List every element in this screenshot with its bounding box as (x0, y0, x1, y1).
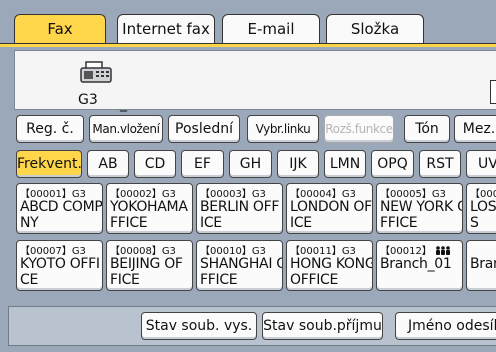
recent-button[interactable]: Poslední (168, 115, 240, 143)
index-tab-cd[interactable]: CD (134, 150, 176, 178)
destination-number: 【00007】G3 (20, 246, 86, 257)
destination-name: BERLIN OFF ICE (200, 199, 280, 231)
destination-number: 【00001】G3 (20, 189, 86, 200)
destination-name: LONDON OFF ICE (290, 199, 372, 231)
index-tab-ab[interactable]: AB (87, 150, 129, 178)
destination-number: 【00011】G3 (290, 246, 356, 257)
reg-number-button[interactable]: Reg. č. (16, 115, 84, 143)
destination-number: 【00005】G3 (380, 189, 446, 200)
destination-card[interactable]: 【00003】G3 BERLIN OFF ICE (196, 183, 283, 234)
destination-card[interactable]: 【00005】G3 NEW YORK O FFICE (376, 183, 463, 234)
destination-card[interactable]: 【00007】G3 KYOTO OFFI CE (16, 240, 103, 291)
group-people-icon (436, 246, 450, 255)
destination-name: LOS S (470, 199, 496, 231)
destination-name: KYOTO OFFI CE (20, 256, 100, 288)
tab-bar-underline (0, 43, 496, 47)
destination-name: ABCD COMPA NY (20, 199, 102, 231)
sender-name-button[interactable]: Jméno odesíl (395, 312, 496, 340)
select-line-button[interactable]: Vybr.linku (247, 115, 319, 143)
destination-card[interactable]: 【00001】G3 ABCD COMPA NY (16, 183, 103, 234)
destination-name: NEW YORK O FFICE (380, 199, 462, 231)
destination-name: BEIJING OF FICE (110, 256, 183, 288)
destination-number: 【00010】G3 (200, 246, 266, 257)
destination-name: Bran (470, 256, 496, 272)
index-tab-lmn[interactable]: LMN (324, 150, 366, 178)
destination-card[interactable]: 【00011】G3 HONG KONG OFFICE (286, 240, 373, 291)
destination-card[interactable]: 【00012】 Branch_01 (376, 240, 463, 291)
index-tab-rst[interactable]: RST (419, 150, 461, 178)
destination-name: HONG KONG OFFICE (290, 256, 373, 288)
extended-functions-button[interactable]: Rozš.funkce (324, 115, 394, 143)
line-type-label: G3 (78, 92, 98, 108)
rx-file-status-button[interactable]: Stav soub.příjmu (262, 312, 383, 340)
destination-card[interactable]: 【00004】G3 LONDON OFF ICE (286, 183, 373, 234)
tone-button[interactable]: Tón (404, 115, 450, 143)
tab-email[interactable]: E-mail (222, 14, 320, 44)
index-tab-uv[interactable]: UV (466, 150, 496, 178)
tab-internet-fax[interactable]: Internet fax (117, 14, 215, 44)
destination-card[interactable]: Bran (466, 240, 496, 291)
tx-file-status-button[interactable]: Stav soub. vys. (141, 312, 257, 340)
destination-card[interactable]: 【00008】G3 BEIJING OF FICE (106, 240, 193, 291)
index-tab-frequent[interactable]: Frekvent. (16, 150, 82, 178)
pause-button[interactable]: Mez. (454, 115, 496, 143)
destination-number: 【00004】G3 (290, 189, 356, 200)
destination-number: 【00006】G3 (470, 189, 496, 200)
destination-number: 【00002】G3 (110, 189, 176, 200)
destination-number: 【00012】 (380, 242, 451, 257)
tab-folder[interactable]: Složka (326, 14, 424, 44)
index-tab-gh[interactable]: GH (229, 150, 272, 178)
destination-card[interactable]: 【00010】G3 SHANGHAI O FFICE (196, 240, 283, 291)
destination-scroll-indicator (490, 80, 496, 104)
destination-name: YOKOHAMA O FFICE (110, 199, 192, 231)
index-tab-ijk[interactable]: IJK (277, 150, 319, 178)
destination-number: 【00008】G3 (110, 246, 176, 257)
destination-card[interactable]: 【00002】G3 YOKOHAMA O FFICE (106, 183, 193, 234)
index-tab-ef[interactable]: EF (181, 150, 224, 178)
destination-card[interactable]: 【00006】G3 LOS S (466, 183, 496, 234)
input-cursor: _ (120, 96, 127, 112)
tab-fax[interactable]: Fax (14, 14, 106, 44)
manual-entry-button[interactable]: Man.vložení (89, 115, 163, 143)
destination-name: Branch_01 (380, 256, 452, 272)
index-tab-opq[interactable]: OPQ (371, 150, 414, 178)
fax-machine-icon (80, 61, 112, 83)
destination-number: 【00003】G3 (200, 189, 266, 200)
destination-name: SHANGHAI O FFICE (200, 256, 282, 288)
